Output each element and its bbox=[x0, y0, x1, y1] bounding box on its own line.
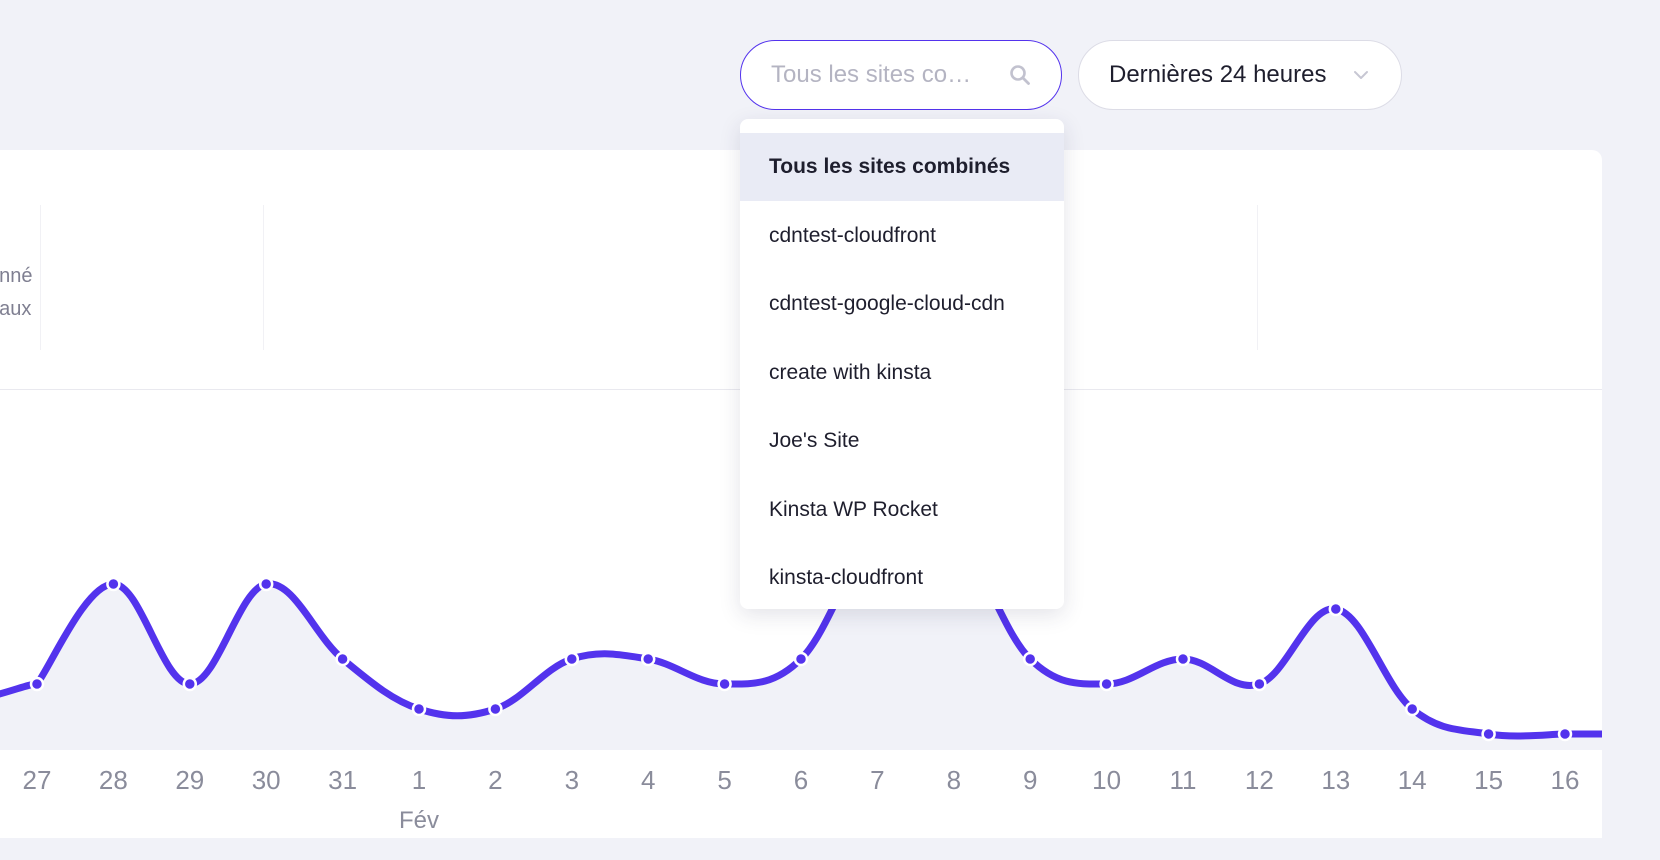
dropdown-item[interactable]: cdntest-google-cloud-cdn bbox=[740, 270, 1064, 338]
data-point[interactable] bbox=[411, 701, 427, 717]
stat-divider bbox=[40, 205, 41, 350]
data-point[interactable] bbox=[106, 576, 121, 592]
search-icon bbox=[1007, 62, 1033, 88]
dropdown-item[interactable]: Joe's Site bbox=[740, 407, 1064, 475]
data-point[interactable] bbox=[1404, 701, 1420, 717]
data-point[interactable] bbox=[1481, 726, 1496, 742]
x-tick-label: 31 bbox=[328, 765, 358, 795]
data-point[interactable] bbox=[488, 701, 503, 717]
x-tick-label: 14 bbox=[1397, 765, 1427, 795]
x-tick-label: 1 bbox=[411, 765, 427, 795]
x-tick-label: 28 bbox=[98, 765, 128, 795]
x-tick-label: 11 bbox=[1169, 765, 1197, 795]
data-point[interactable] bbox=[258, 576, 274, 592]
data-point[interactable] bbox=[564, 651, 580, 667]
stat-divider bbox=[263, 205, 264, 350]
site-dropdown-menu: Tous les sites combinés cdntest-cloudfron… bbox=[740, 119, 1064, 609]
data-point[interactable] bbox=[182, 676, 198, 692]
x-tick-label: 2 bbox=[488, 765, 503, 795]
x-tick-label: 9 bbox=[1022, 765, 1038, 795]
site-search-field[interactable] bbox=[740, 40, 1062, 110]
x-tick-label: 8 bbox=[946, 765, 962, 795]
data-point[interactable] bbox=[793, 651, 809, 667]
data-point[interactable] bbox=[1328, 601, 1344, 617]
data-point[interactable] bbox=[335, 651, 350, 667]
time-range-label: Dernières 24 heures bbox=[1109, 61, 1327, 88]
site-search-input[interactable] bbox=[769, 60, 1007, 90]
data-point[interactable] bbox=[1557, 726, 1573, 742]
data-point[interactable] bbox=[640, 651, 656, 667]
x-tick-label: 27 bbox=[22, 765, 52, 795]
x-tick-label: 30 bbox=[251, 765, 281, 795]
data-point[interactable] bbox=[717, 676, 732, 692]
x-tick-label: 6 bbox=[793, 765, 809, 795]
data-point[interactable] bbox=[29, 676, 45, 692]
dropdown-item[interactable]: kinsta-cloudfront bbox=[740, 544, 1064, 609]
x-tick-label: 3 bbox=[564, 765, 580, 795]
x-tick-label: 5 bbox=[717, 765, 732, 795]
dropdown-item[interactable]: create with kinsta bbox=[740, 339, 1064, 407]
month-label: Fév bbox=[398, 807, 440, 834]
data-point[interactable] bbox=[1099, 676, 1114, 692]
x-tick-label: 29 bbox=[175, 765, 205, 795]
stat-label: onné naux bbox=[0, 265, 33, 320]
dropdown-item[interactable]: Tous les sites combinés bbox=[740, 133, 1064, 201]
data-point[interactable] bbox=[1022, 651, 1038, 667]
x-tick-label: 15 bbox=[1474, 765, 1504, 795]
data-point[interactable] bbox=[1252, 676, 1267, 692]
x-tick-label: 7 bbox=[870, 765, 885, 795]
x-tick-label: 16 bbox=[1550, 765, 1580, 795]
time-range-select[interactable]: Dernières 24 heures bbox=[1078, 40, 1402, 110]
stat-divider bbox=[1257, 205, 1258, 350]
chevron-down-icon bbox=[1351, 65, 1371, 85]
x-tick-label: 12 bbox=[1244, 765, 1274, 795]
dropdown-item[interactable]: cdntest-cloudfront bbox=[740, 202, 1064, 270]
x-tick-label: 4 bbox=[640, 765, 656, 795]
dropdown-item[interactable]: Kinsta WP Rocket bbox=[740, 476, 1064, 544]
x-tick-label: 10 bbox=[1092, 765, 1122, 795]
x-tick-label: 13 bbox=[1321, 765, 1351, 795]
data-point[interactable] bbox=[1175, 651, 1191, 667]
